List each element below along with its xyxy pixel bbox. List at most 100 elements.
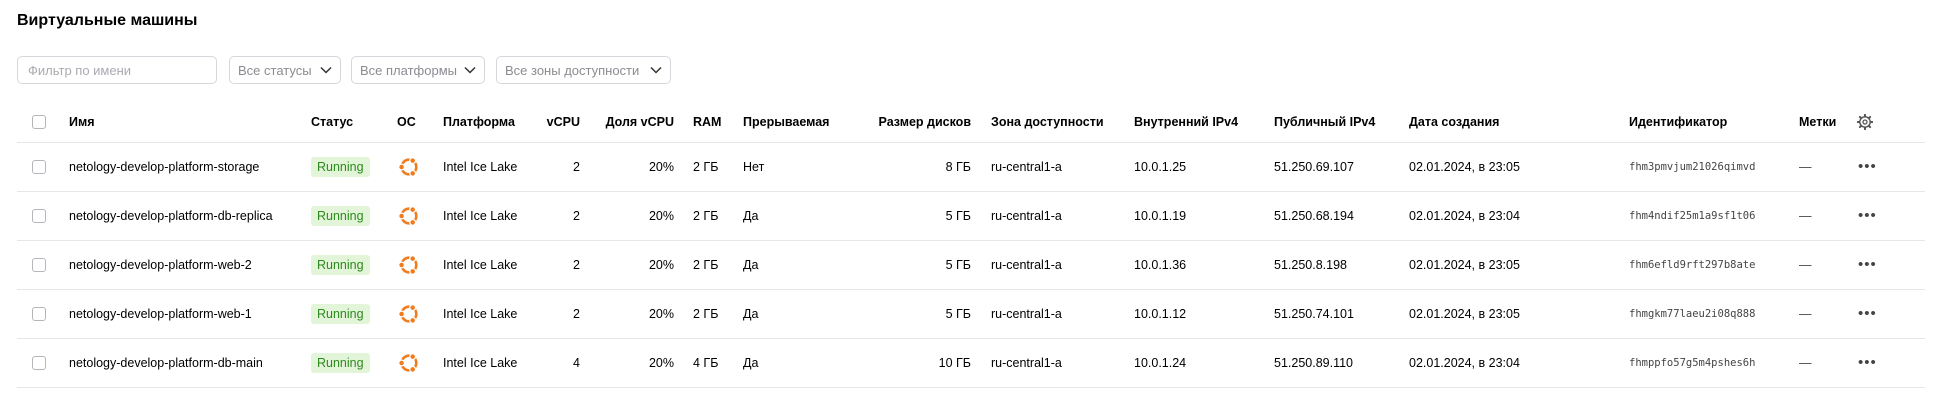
more-actions-icon[interactable]: •••	[1858, 305, 1877, 322]
column-header-created[interactable]: Дата создания	[1409, 102, 1499, 142]
column-header-os[interactable]: ОС	[397, 102, 416, 142]
chevron-down-icon	[320, 66, 332, 74]
cell-public-ip: 51.250.8.198	[1274, 257, 1347, 272]
row-checkbox[interactable]	[32, 257, 46, 272]
ubuntu-icon	[398, 205, 418, 226]
cell-vcpu: 4	[573, 355, 580, 370]
ubuntu-icon	[398, 254, 418, 275]
column-header-internal-ip[interactable]: Внутренний IPv4	[1134, 102, 1238, 142]
status-filter-dropdown[interactable]: Все статусы	[229, 56, 341, 84]
column-header-name[interactable]: Имя	[69, 102, 95, 142]
cell-ram: 2 ГБ	[693, 159, 719, 174]
more-actions-icon[interactable]: •••	[1858, 354, 1877, 371]
cell-platform: Intel Ice Lake	[443, 355, 518, 370]
table-row[interactable]: netology-develop-platform-web-2 Running In…	[17, 240, 1925, 290]
cell-platform: Intel Ice Lake	[443, 159, 518, 174]
cell-internal-ip: 10.0.1.19	[1134, 208, 1187, 223]
cell-platform: Intel Ice Lake	[443, 208, 518, 223]
cell-created: 02.01.2024, в 23:05	[1409, 159, 1520, 174]
platform-filter-dropdown[interactable]: Все платформы	[351, 56, 485, 84]
cell-ram: 2 ГБ	[693, 306, 719, 321]
cell-created: 02.01.2024, в 23:05	[1409, 306, 1520, 321]
column-header-id[interactable]: Идентификатор	[1629, 102, 1727, 142]
cell-internal-ip: 10.0.1.12	[1134, 306, 1187, 321]
cell-core-fraction: 20%	[648, 257, 674, 272]
cell-created: 02.01.2024, в 23:05	[1409, 257, 1520, 272]
cell-id: fhmppfo57g5m4pshes6h	[1629, 356, 1756, 369]
cell-vcpu: 2	[573, 257, 580, 272]
cell-preemptible: Да	[743, 306, 759, 321]
cell-os	[397, 142, 421, 191]
more-actions-icon[interactable]: •••	[1858, 256, 1877, 273]
table-row[interactable]: netology-develop-platform-storage Running…	[17, 142, 1925, 192]
zone-filter-dropdown[interactable]: Все зоны доступности	[496, 56, 671, 84]
cell-internal-ip: 10.0.1.36	[1134, 257, 1187, 272]
cell-name[interactable]: netology-develop-platform-web-1	[69, 289, 252, 338]
cell-zone: ru-central1-a	[991, 208, 1062, 223]
column-header-zone[interactable]: Зона доступности	[991, 102, 1104, 142]
cell-disk-size: 5 ГБ	[945, 208, 971, 223]
status-filter-value: Все статусы	[238, 62, 312, 78]
more-actions-icon[interactable]: •••	[1858, 207, 1877, 224]
cell-name[interactable]: netology-develop-platform-db-replica	[69, 191, 273, 240]
ubuntu-icon	[398, 303, 418, 324]
column-header-ram[interactable]: RAM	[693, 102, 721, 142]
select-all-checkbox[interactable]	[32, 115, 46, 129]
row-checkbox[interactable]	[32, 355, 46, 370]
column-header-vcpu[interactable]: vCPU	[537, 102, 580, 142]
cell-id: fhm4ndif25m1a9sf1t06	[1629, 209, 1756, 222]
column-header-labels[interactable]: Метки	[1799, 102, 1836, 142]
cell-labels: —	[1799, 257, 1812, 272]
more-actions-icon[interactable]: •••	[1858, 158, 1877, 175]
status-badge: Running	[311, 205, 370, 226]
cell-labels: —	[1799, 159, 1812, 174]
cell-name[interactable]: netology-develop-platform-storage	[69, 142, 259, 191]
cell-id: fhmgkm77laeu2i08q888	[1629, 307, 1756, 320]
row-checkbox[interactable]	[32, 208, 46, 223]
cell-core-fraction: 20%	[648, 306, 674, 321]
cell-os	[397, 240, 421, 289]
cell-core-fraction: 20%	[648, 208, 674, 223]
table-row[interactable]: netology-develop-platform-db-main Running…	[17, 338, 1925, 388]
column-header-platform[interactable]: Платформа	[443, 102, 515, 142]
cell-public-ip: 51.250.89.110	[1274, 355, 1354, 370]
column-header-disk-size[interactable]: Размер дисков	[865, 102, 971, 142]
cell-labels: —	[1799, 208, 1812, 223]
status-badge: Running	[311, 352, 370, 373]
cell-core-fraction: 20%	[648, 355, 674, 370]
status-badge: Running	[311, 254, 370, 275]
status-badge: Running	[311, 303, 370, 324]
cell-os	[397, 191, 421, 240]
cell-vcpu: 2	[573, 208, 580, 223]
row-checkbox[interactable]	[32, 159, 46, 174]
cell-name[interactable]: netology-develop-platform-web-2	[69, 240, 252, 289]
ubuntu-icon	[398, 352, 418, 373]
name-filter-input[interactable]	[17, 56, 217, 84]
table-row[interactable]: netology-develop-platform-web-1 Running In…	[17, 289, 1925, 339]
column-header-core-fraction[interactable]: Доля vCPU	[597, 102, 674, 142]
cell-public-ip: 51.250.68.194	[1274, 208, 1354, 223]
cell-internal-ip: 10.0.1.25	[1134, 159, 1187, 174]
cell-preemptible: Да	[743, 257, 759, 272]
cell-name[interactable]: netology-develop-platform-db-main	[69, 338, 263, 387]
cell-id: fhm6efld9rft297b8ate	[1629, 258, 1756, 271]
cell-zone: ru-central1-a	[991, 257, 1062, 272]
ubuntu-icon	[398, 156, 418, 177]
gear-icon[interactable]	[1857, 114, 1873, 130]
column-header-public-ip[interactable]: Публичный IPv4	[1274, 102, 1375, 142]
cell-vcpu: 2	[573, 159, 580, 174]
cell-os	[397, 338, 421, 387]
row-checkbox[interactable]	[32, 306, 46, 321]
page-title: Виртуальные машины	[17, 12, 198, 29]
column-header-status[interactable]: Статус	[311, 102, 353, 142]
cell-disk-size: 5 ГБ	[945, 257, 971, 272]
cell-public-ip: 51.250.74.101	[1274, 306, 1354, 321]
cell-preemptible: Нет	[743, 159, 765, 174]
cell-created: 02.01.2024, в 23:04	[1409, 208, 1520, 223]
column-header-preemptible[interactable]: Прерываемая	[743, 102, 829, 142]
cell-disk-size: 8 ГБ	[945, 159, 971, 174]
cell-ram: 4 ГБ	[693, 355, 719, 370]
cell-vcpu: 2	[573, 306, 580, 321]
cell-disk-size: 10 ГБ	[938, 355, 971, 370]
table-row[interactable]: netology-develop-platform-db-replica Runn…	[17, 191, 1925, 241]
